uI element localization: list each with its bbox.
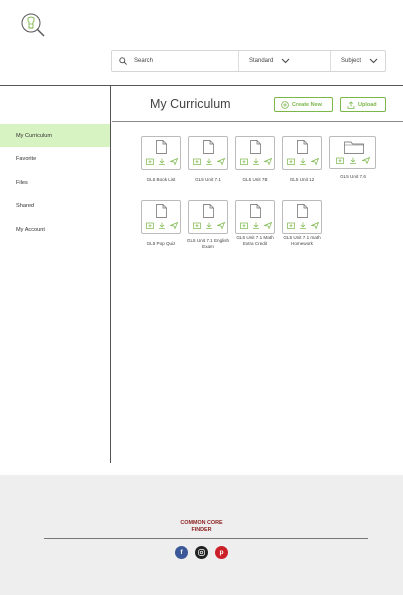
logo-icon[interactable] (20, 12, 46, 38)
sidebar: My Curriculum Favorite Files Shared My A… (0, 86, 111, 463)
add-to-folder-icon[interactable] (146, 222, 154, 229)
send-icon[interactable] (217, 222, 225, 229)
file-card[interactable] (141, 200, 181, 234)
file-card-label: GL5 Unit 7.1 Math Extra Credit (236, 235, 274, 246)
download-icon[interactable] (205, 222, 213, 229)
download-icon[interactable] (299, 222, 307, 229)
upload-button[interactable]: Upload (340, 97, 386, 112)
facebook-icon[interactable]: f (175, 546, 188, 559)
subject-dropdown-label: Subject (341, 58, 362, 64)
upload-label: Upload (358, 101, 377, 108)
file-card[interactable] (188, 136, 228, 170)
create-new-button[interactable]: Create New (274, 97, 333, 112)
instagram-icon[interactable] (195, 546, 208, 559)
file-card[interactable] (188, 200, 228, 234)
document-icon (203, 204, 214, 218)
file-card[interactable] (235, 200, 275, 234)
send-icon[interactable] (264, 222, 272, 229)
sidebar-item-my-curriculum[interactable]: My Curriculum (0, 124, 110, 147)
send-icon[interactable] (362, 157, 370, 164)
send-icon[interactable] (264, 158, 272, 165)
footer-divider (44, 538, 368, 539)
document-icon (156, 204, 167, 218)
download-icon[interactable] (158, 158, 166, 165)
download-icon[interactable] (205, 158, 213, 165)
chevron-down-icon (369, 58, 378, 64)
subject-dropdown[interactable]: Subject (330, 51, 385, 71)
add-to-folder-icon[interactable] (193, 222, 201, 229)
chevron-down-icon (282, 58, 290, 64)
sidebar-item-favorite[interactable]: Favorite (0, 147, 110, 170)
sidebar-item-my-account[interactable]: My Account (0, 218, 110, 241)
download-icon[interactable] (252, 222, 260, 229)
add-to-folder-icon[interactable] (240, 222, 248, 229)
add-to-folder-icon[interactable] (193, 158, 201, 165)
file-card[interactable] (282, 200, 322, 234)
search-icon[interactable] (112, 51, 134, 71)
send-icon[interactable] (217, 158, 225, 165)
footer: COMMON CORE FINDER f p (0, 475, 403, 595)
add-to-folder-icon[interactable] (287, 158, 295, 165)
page-title: My Curriculum (150, 97, 231, 111)
send-icon[interactable] (170, 158, 178, 165)
sidebar-item-files[interactable]: Files (0, 171, 110, 194)
file-card-label: GL5 Unit 12 (289, 177, 315, 182)
pinterest-icon[interactable]: p (215, 546, 228, 559)
send-icon[interactable] (311, 158, 319, 165)
main-content: My Curriculum Create New Upload GL5 Book… (112, 86, 403, 463)
file-card[interactable] (235, 136, 275, 170)
folder-icon (344, 141, 364, 154)
sidebar-item-shared[interactable]: Shared (0, 194, 110, 217)
file-card-label: GL5 Book List (146, 177, 176, 182)
app-header: Search Standard Subject (0, 0, 403, 86)
file-card-label: GL5 Unit 7.6 (340, 174, 366, 179)
social-links: f p (175, 546, 228, 559)
footer-brand-line2: FINDER (191, 527, 212, 533)
add-to-folder-icon[interactable] (240, 158, 248, 165)
document-icon (250, 204, 261, 218)
content-header: My Curriculum Create New Upload (112, 86, 403, 122)
search-bar: Search Standard Subject (111, 50, 386, 72)
send-icon[interactable] (311, 222, 319, 229)
download-icon[interactable] (299, 158, 307, 165)
file-card-label: GL5 Unit 7.1 math Homework (283, 235, 321, 246)
folder-card[interactable] (329, 136, 376, 169)
standard-dropdown-label: Standard (249, 58, 274, 64)
file-card[interactable] (141, 136, 181, 170)
file-card-label: GL5 Unit 7B (242, 177, 268, 182)
search-input[interactable]: Search (134, 58, 238, 64)
document-icon (297, 204, 308, 218)
document-icon (203, 140, 214, 154)
document-icon (297, 140, 308, 154)
standard-dropdown[interactable]: Standard (238, 51, 330, 71)
download-icon[interactable] (158, 222, 166, 229)
document-icon (156, 140, 167, 154)
create-new-label: Create New (292, 101, 322, 108)
add-to-folder-icon[interactable] (146, 158, 154, 165)
plus-circle-icon (281, 100, 289, 109)
add-to-folder-icon[interactable] (287, 222, 295, 229)
send-icon[interactable] (170, 222, 178, 229)
file-card-label: GL5 Pop Quiz (146, 241, 176, 246)
document-icon (250, 140, 261, 154)
file-card-label: GL5 Unit 7.1 (195, 177, 221, 182)
download-icon[interactable] (252, 158, 260, 165)
upload-icon (347, 100, 355, 109)
add-to-folder-icon[interactable] (336, 157, 344, 164)
file-card-label: GL5 Unit 7.1 English Exam (186, 238, 230, 249)
download-icon[interactable] (349, 157, 357, 164)
footer-brand-line1: COMMON CORE (180, 520, 223, 526)
file-card[interactable] (282, 136, 322, 170)
footer-brand[interactable]: COMMON CORE FINDER (0, 520, 403, 534)
